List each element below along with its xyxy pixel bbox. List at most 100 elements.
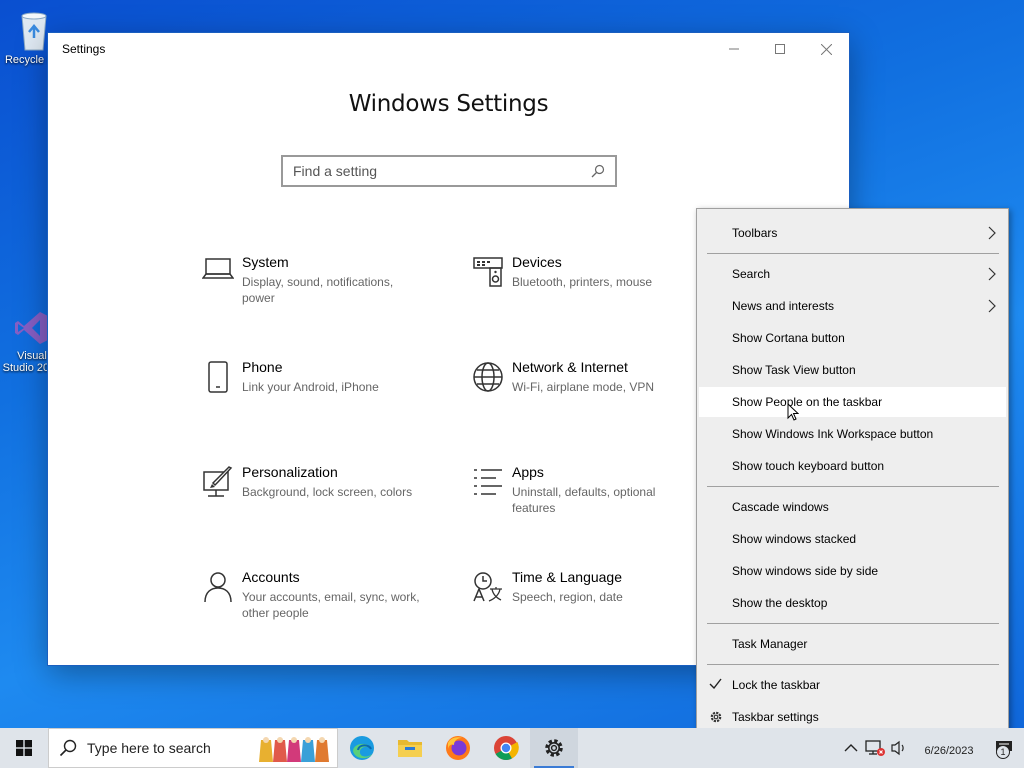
taskbar-context-menu: Toolbars Search News and interests Show … (696, 208, 1009, 743)
menu-item-show-desktop[interactable]: Show the desktop (699, 588, 1006, 618)
category-accounts[interactable]: Accounts Your accounts, email, sync, work… (194, 569, 424, 621)
menu-item-label: Taskbar settings (732, 710, 819, 724)
category-apps[interactable]: Apps Uninstall, defaults, optional featur… (464, 464, 694, 516)
taskbar-chrome[interactable] (482, 728, 530, 768)
category-title: Accounts (242, 569, 300, 585)
taskbar-search-placeholder: Type here to search (87, 740, 211, 756)
checkmark-icon (709, 678, 722, 689)
category-description: Display, sound, notifications, power (242, 275, 394, 305)
category-description: Background, lock screen, colors (242, 485, 413, 499)
chevron-up-icon[interactable] (844, 743, 858, 753)
phone-icon (208, 361, 228, 393)
visual-studio-icon (15, 312, 48, 344)
taskbar-file-explorer[interactable] (386, 728, 434, 768)
category-system[interactable]: System Display, sound, notifications, pow… (194, 254, 424, 306)
menu-item-lock-taskbar[interactable]: Lock the taskbar (699, 670, 1006, 700)
category-description: Link your Android, iPhone (242, 380, 379, 394)
menu-separator (707, 623, 999, 624)
category-description: Speech, region, date (512, 590, 623, 604)
volume-icon[interactable] (890, 740, 908, 756)
apps-list-icon (474, 469, 502, 495)
menu-item-label: Show People on the taskbar (732, 395, 883, 409)
menu-item-label: Show windows side by side (732, 564, 879, 578)
category-title: Network & Internet (512, 359, 628, 375)
category-title: Devices (512, 254, 562, 270)
category-phone[interactable]: Phone Link your Android, iPhone (194, 359, 424, 395)
category-time-language[interactable]: Time & Language Speech, region, date (464, 569, 694, 605)
settings-search-box[interactable] (281, 155, 617, 187)
taskbar-search-box[interactable]: Type here to search (48, 728, 338, 768)
chevron-right-icon (988, 226, 996, 240)
menu-item-label: Lock the taskbar (732, 678, 821, 692)
search-icon (591, 164, 605, 178)
menu-item-show-touch-keyboard[interactable]: Show touch keyboard button (699, 451, 1006, 481)
title-bar[interactable]: Settings (48, 33, 849, 65)
window-title: Settings (62, 42, 106, 56)
menu-item-label: Task Manager (732, 637, 808, 651)
search-icon (59, 739, 77, 757)
menu-item-windows-stacked[interactable]: Show windows stacked (699, 524, 1006, 554)
keyboard-speaker-icon (473, 257, 503, 287)
close-button[interactable] (803, 33, 849, 65)
menu-item-label: Show windows stacked (732, 532, 857, 546)
page-title: Windows Settings (348, 91, 549, 117)
menu-item-cascade-windows[interactable]: Cascade windows (699, 492, 1006, 522)
person-icon (204, 572, 232, 603)
category-title: Time & Language (512, 569, 622, 585)
category-personalization[interactable]: Personalization Background, lock screen, … (194, 464, 424, 500)
menu-item-toolbars[interactable]: Toolbars (699, 218, 1006, 248)
taskbar-settings[interactable] (530, 728, 578, 768)
menu-item-task-manager[interactable]: Task Manager (699, 629, 1006, 659)
windows-logo-icon (16, 740, 32, 756)
search-highlight-icon (259, 737, 329, 762)
paintbrush-icon (203, 466, 233, 497)
menu-item-search[interactable]: Search (699, 259, 1006, 289)
maximize-icon (775, 44, 785, 54)
menu-item-label: Show Task View button (732, 363, 856, 377)
close-icon (820, 43, 832, 55)
clock-date: 6/26/2023 (924, 745, 974, 757)
category-description: Bluetooth, printers, mouse (512, 275, 653, 289)
menu-item-label: Toolbars (732, 226, 778, 240)
maximize-button[interactable] (757, 33, 803, 65)
menu-item-label: Show touch keyboard button (732, 459, 885, 473)
menu-separator (707, 486, 999, 487)
category-title: Phone (242, 359, 283, 375)
action-center-button[interactable]: 1 (984, 728, 1024, 768)
menu-item-show-task-view[interactable]: Show Task View button (699, 355, 1006, 385)
taskbar-firefox[interactable] (434, 728, 482, 768)
menu-item-label: Search (732, 267, 771, 281)
menu-item-news-interests[interactable]: News and interests (699, 291, 1006, 321)
laptop-icon (202, 258, 234, 279)
clock[interactable]: 6/26/2023 (914, 738, 984, 758)
chevron-right-icon (988, 299, 996, 313)
menu-item-show-people[interactable]: Show People on the taskbar (699, 387, 1006, 421)
menu-item-windows-side-by-side[interactable]: Show windows side by side (699, 556, 1006, 586)
category-network[interactable]: Network & Internet Wi-Fi, airplane mode, … (464, 359, 694, 395)
category-title: Apps (512, 464, 544, 480)
chevron-right-icon (988, 267, 996, 281)
menu-item-label: Cascade windows (732, 500, 829, 514)
start-button[interactable] (0, 728, 48, 768)
firefox-icon (446, 736, 470, 760)
chrome-icon (494, 736, 519, 761)
category-description: Wi-Fi, airplane mode, VPN (512, 380, 655, 394)
taskbar-edge[interactable] (338, 728, 386, 768)
menu-item-label: Show Cortana button (732, 331, 845, 345)
file-explorer-icon (398, 740, 422, 757)
globe-icon (473, 362, 503, 392)
network-disconnected-icon[interactable] (864, 739, 886, 757)
settings-search-input[interactable] (293, 163, 591, 179)
settings-gear-icon (545, 739, 563, 757)
menu-item-label: Show Windows Ink Workspace button (732, 427, 934, 441)
menu-separator (707, 664, 999, 665)
menu-item-label: News and interests (732, 299, 835, 313)
menu-item-show-cortana[interactable]: Show Cortana button (699, 323, 1006, 353)
taskbar[interactable]: Type here to search 6/26/2023 1 (0, 728, 1024, 768)
category-description: Your accounts, email, sync, work, other … (242, 590, 420, 620)
notification-badge: 1 (996, 745, 1010, 759)
menu-item-show-ink-workspace[interactable]: Show Windows Ink Workspace button (699, 419, 1006, 449)
minimize-button[interactable] (711, 33, 757, 65)
category-devices[interactable]: Devices Bluetooth, printers, mouse (464, 254, 694, 290)
time-language-icon (473, 572, 502, 602)
